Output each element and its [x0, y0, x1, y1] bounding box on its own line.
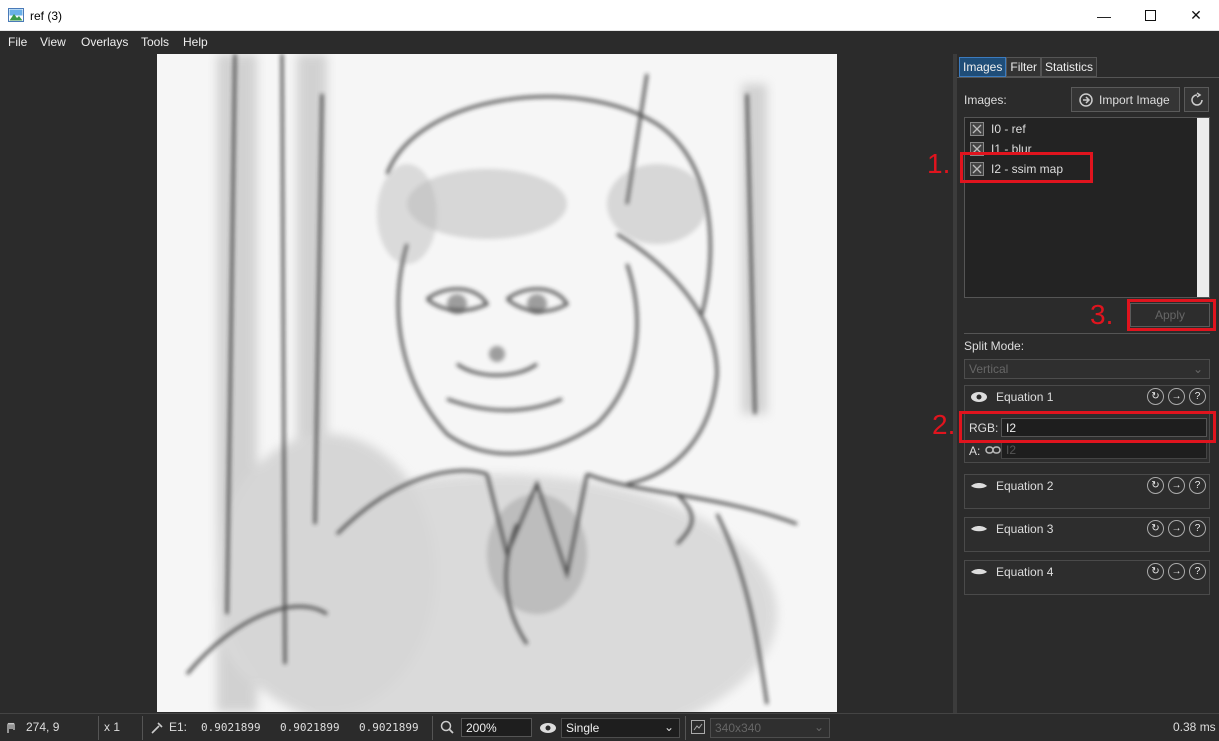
help-icon[interactable]: ?	[1189, 520, 1206, 537]
split-mode-value: Vertical	[969, 362, 1009, 376]
annotation-box-1	[960, 152, 1093, 183]
refresh-icon[interactable]: ↻	[1147, 520, 1164, 537]
panel-tabs: Images Filter Statistics	[959, 57, 1098, 77]
view-mode-value: Single	[566, 721, 600, 735]
image-item-icon	[970, 122, 984, 136]
import-image-label: Import Image	[1099, 92, 1170, 107]
status-separator	[98, 716, 99, 740]
alpha-equation-input[interactable]: I2	[1001, 441, 1207, 459]
minimize-icon[interactable]: —	[1081, 0, 1127, 31]
zoom-icon	[440, 720, 454, 734]
equation-4-box: Equation 4 ↻ → ?	[964, 560, 1210, 595]
picker-icon	[151, 722, 163, 734]
eye-closed-icon[interactable]	[970, 566, 988, 578]
refresh-icon[interactable]: ↻	[1147, 388, 1164, 405]
zoom-input[interactable]: 200%	[461, 718, 532, 737]
refresh-icon[interactable]: ↻	[1147, 477, 1164, 494]
eye-icon[interactable]	[970, 391, 988, 403]
equation-3-title: Equation 3	[996, 522, 1054, 536]
app-icon	[8, 8, 24, 22]
eye-closed-icon[interactable]	[970, 523, 988, 535]
tab-images[interactable]: Images	[959, 57, 1007, 77]
status-separator	[142, 716, 143, 740]
annotation-box-2	[959, 411, 1216, 443]
equation-2-box: Equation 2 ↻ → ?	[964, 474, 1210, 509]
cursor-icon	[7, 722, 15, 733]
equation-3-header: Equation 3 ↻ → ?	[965, 518, 1209, 540]
equation-4-header: Equation 4 ↻ → ?	[965, 561, 1209, 583]
tab-filter[interactable]: Filter	[1006, 57, 1042, 77]
list-scrollbar[interactable]	[1197, 118, 1209, 297]
menu-bar: File View Overlays Tools Help	[0, 31, 1219, 53]
view-mode-select[interactable]: Single ⌄	[561, 718, 680, 738]
list-item[interactable]: I0 - ref	[970, 120, 1026, 138]
image-size-icon	[691, 720, 705, 734]
import-icon[interactable]: →	[1168, 388, 1185, 405]
title-bar: ref (3) — ✕	[0, 0, 1219, 31]
menu-view[interactable]: View	[40, 35, 66, 49]
equation-2-title: Equation 2	[996, 479, 1054, 493]
help-icon[interactable]: ?	[1189, 477, 1206, 494]
refresh-images-button[interactable]	[1184, 87, 1209, 112]
zoom-factor: x 1	[104, 720, 121, 734]
section-divider	[964, 333, 1210, 334]
menu-help[interactable]: Help	[183, 35, 208, 49]
status-separator	[432, 716, 433, 740]
cursor-position: 274, 9	[26, 720, 60, 734]
window-title: ref (3)	[30, 9, 63, 23]
chevron-down-icon: ⌄	[813, 720, 824, 734]
refresh-icon[interactable]: ↻	[1147, 563, 1164, 580]
menu-overlays[interactable]: Overlays	[81, 35, 128, 49]
maximize-icon[interactable]	[1127, 0, 1173, 31]
equation-1-header: Equation 1 ↻ → ?	[965, 386, 1209, 408]
chevron-down-icon: ⌄	[663, 720, 674, 734]
equation-label: E1:	[169, 720, 188, 734]
import-icon[interactable]: →	[1168, 520, 1185, 537]
refresh-icon	[1190, 91, 1203, 106]
equation-1-title: Equation 1	[996, 390, 1054, 404]
annotation-2: 2.	[932, 409, 956, 440]
tab-divider	[957, 77, 1219, 78]
pixel-value-b: 0.9021899	[359, 721, 419, 734]
equation-4-title: Equation 4	[996, 565, 1054, 579]
pixel-value-r: 0.9021899	[201, 721, 261, 734]
split-mode-select[interactable]: Vertical ⌄	[964, 359, 1210, 379]
tab-statistics[interactable]: Statistics	[1041, 57, 1098, 77]
menu-file[interactable]: File	[8, 35, 27, 49]
ssim-map-image[interactable]	[157, 54, 837, 712]
annotation-3: 3.	[1090, 299, 1114, 330]
export-size-select[interactable]: 340x340 ⌄	[710, 718, 830, 738]
pixel-value-g: 0.9021899	[280, 721, 340, 734]
equation-3-box: Equation 3 ↻ → ?	[964, 517, 1210, 552]
menu-tools[interactable]: Tools	[141, 35, 169, 49]
import-image-button[interactable]: Import Image	[1071, 87, 1180, 112]
status-bar: 274, 9 x 1 E1: 0.9021899 0.9021899 0.902…	[0, 713, 1219, 741]
eye-closed-icon[interactable]	[970, 480, 988, 492]
status-separator	[685, 716, 686, 740]
images-label: Images:	[964, 93, 1007, 107]
equation-2-header: Equation 2 ↻ → ?	[965, 475, 1209, 497]
import-icon[interactable]: →	[1168, 563, 1185, 580]
chevron-down-icon: ⌄	[1192, 362, 1203, 376]
annotation-box-3	[1127, 299, 1216, 331]
split-mode-label: Split Mode:	[964, 339, 1025, 353]
export-size-value: 340x340	[715, 721, 762, 735]
help-icon[interactable]: ?	[1189, 563, 1206, 580]
image-item-label: I0 - ref	[991, 122, 1026, 136]
close-icon[interactable]: ✕	[1173, 0, 1219, 31]
alpha-label: A:	[969, 444, 981, 458]
annotation-1: 1.	[927, 148, 951, 179]
link-icon[interactable]	[985, 444, 1001, 456]
import-icon	[1079, 92, 1093, 107]
eye-icon	[540, 723, 556, 733]
help-icon[interactable]: ?	[1189, 388, 1206, 405]
ssim-map-drawing	[157, 54, 837, 712]
images-list[interactable]: I0 - ref I1 - blur I2 - ssim map	[964, 117, 1210, 298]
render-time: 0.38 ms	[1173, 720, 1216, 734]
import-icon[interactable]: →	[1168, 477, 1185, 494]
